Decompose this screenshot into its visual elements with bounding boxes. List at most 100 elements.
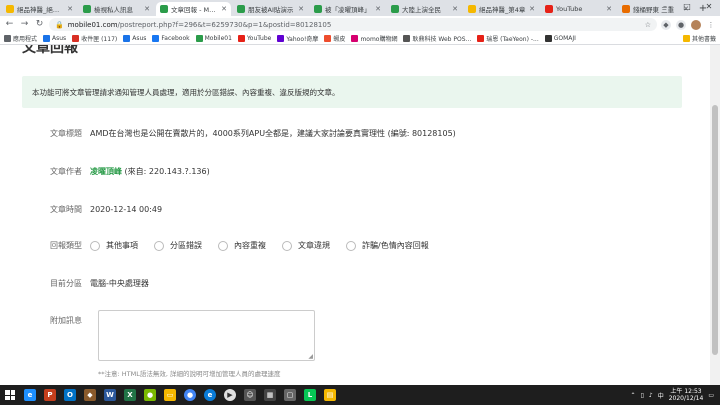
page-scrollbar[interactable] xyxy=(710,45,720,385)
bookmark-item[interactable]: 收件匣 (117) xyxy=(72,34,117,43)
clock[interactable]: 上午 12:53 2020/12/14 xyxy=(669,388,704,402)
tab-close-icon[interactable]: ✕ xyxy=(221,5,227,13)
radio-button[interactable] xyxy=(154,240,164,251)
bookmark-item[interactable]: GOMAJI xyxy=(544,35,576,42)
extension-icon[interactable]: ◆ xyxy=(661,19,671,30)
report-type-option[interactable]: 文章違規 xyxy=(282,240,330,251)
category-row: 目前分區 電腦-中央處理器 xyxy=(0,278,700,289)
radio-button[interactable] xyxy=(282,240,292,251)
taskbar-app-line[interactable]: L xyxy=(300,385,320,405)
minimize-icon[interactable]: – xyxy=(654,0,676,14)
windows-icon xyxy=(5,390,15,400)
bookmark-favicon-icon xyxy=(123,35,131,42)
tab-close-icon[interactable]: ✕ xyxy=(144,5,150,13)
report-type-option[interactable]: 分區錯誤 xyxy=(154,240,202,251)
browser-tab[interactable]: YouTube ✕ xyxy=(541,2,616,16)
bookmark-favicon-icon xyxy=(477,35,485,42)
browser-tab[interactable]: 被「凌曜頂峰」 ✕ xyxy=(310,2,385,16)
ime-icon[interactable]: 中 xyxy=(658,391,664,400)
browser-tab[interactable]: 大陸上演全民 ✕ xyxy=(387,2,462,16)
browser-tab[interactable]: 絕品神醫_絕品神醫✕ xyxy=(2,2,77,16)
system-tray: ⌃ ▯ ♪ 中 上午 12:53 2020/12/14 ▭ xyxy=(631,388,720,402)
windows-taskbar: e P O ◆ W X ● ▭ ● e ▶ ☺ ▦ ▢ L ▤ ⌃ ▯ ♪ 中 … xyxy=(0,385,720,405)
bookmark-item[interactable]: Mobile01 xyxy=(195,35,232,42)
radio-label: 分區錯誤 xyxy=(170,241,202,250)
radio-button[interactable] xyxy=(346,240,356,251)
taskbar-app-window[interactable]: ▢ xyxy=(280,385,300,405)
taskbar-app-explorer[interactable]: ▭ xyxy=(160,385,180,405)
maximize-icon[interactable]: □ xyxy=(676,0,698,14)
extension-icon[interactable]: ● xyxy=(676,19,686,30)
browser-tab[interactable]: 朋友被AI貼演示 ✕ xyxy=(233,2,308,16)
bookmark-favicon-icon xyxy=(403,35,411,42)
taskbar-app-outlook[interactable]: O xyxy=(60,385,80,405)
close-window-icon[interactable]: ✕ xyxy=(698,0,720,14)
browser-tab[interactable]: 絕品神醫_第4章 ✕ xyxy=(464,2,539,16)
taskbar-app-game[interactable]: ◆ xyxy=(80,385,100,405)
menu-icon[interactable]: ⋮ xyxy=(706,20,716,30)
resize-handle-icon[interactable]: ◢ xyxy=(308,353,313,360)
browser-tab[interactable]: 檢視私人訊息 ✕ xyxy=(79,2,154,16)
bookmark-item[interactable]: 蝦皮 xyxy=(324,34,345,43)
taskbar-app-edge2[interactable]: e xyxy=(200,385,220,405)
taskbar-app-word[interactable]: W xyxy=(100,385,120,405)
browser-tab[interactable]: 文章回報 - Mobile01✕ xyxy=(156,2,231,16)
taskbar-app-excel[interactable]: X xyxy=(120,385,140,405)
bookmark-other[interactable]: 其他書籤 xyxy=(682,34,716,43)
tab-label: 文章回報 - Mobile01 xyxy=(171,6,219,14)
scrollbar-thumb[interactable] xyxy=(712,105,718,355)
tab-close-icon[interactable]: ✕ xyxy=(375,5,381,13)
report-type-radios: 其他事項 分區錯誤 內容重複 文章違規 詐騙/色情內容回報 xyxy=(90,240,429,251)
taskbar-app-chrome[interactable]: ● xyxy=(180,385,200,405)
bookmark-item[interactable]: 應用程式 xyxy=(4,34,37,43)
html-note: **注意: HTML語法無效, 詳細的說明可增加管理人員的處理速度 xyxy=(98,370,281,378)
taskbar-app-media[interactable]: ▶ xyxy=(220,385,240,405)
bookmark-item[interactable]: YouTube xyxy=(237,35,271,42)
tab-close-icon[interactable]: ✕ xyxy=(298,5,304,13)
taskbar-app-avatar[interactable]: ☺ xyxy=(240,385,260,405)
bookmark-item[interactable]: momo購物網 xyxy=(351,34,397,43)
ie-icon: e xyxy=(24,389,36,401)
reload-icon[interactable]: ↻ xyxy=(34,19,45,30)
taskbar-app-gallery[interactable]: ▦ xyxy=(260,385,280,405)
tab-favicon-icon xyxy=(237,5,245,13)
forward-icon[interactable]: → xyxy=(19,19,30,30)
extra-message-textarea[interactable]: ◢ xyxy=(98,310,315,361)
tab-close-icon[interactable]: ✕ xyxy=(606,5,612,13)
bookmark-label: momo購物網 xyxy=(360,36,398,43)
bookmark-item[interactable]: Asus xyxy=(43,35,66,42)
bookmark-item[interactable]: Facebook xyxy=(152,35,190,42)
taskbar-app-green[interactable]: ● xyxy=(140,385,160,405)
tab-close-icon[interactable]: ✕ xyxy=(452,5,458,13)
notification-icon[interactable]: ▭ xyxy=(708,392,714,399)
bookmark-item[interactable]: Asus xyxy=(123,35,146,42)
radio-button[interactable] xyxy=(90,240,100,251)
bookmark-item[interactable]: Yahoo!奇摩 xyxy=(277,34,318,43)
tab-close-icon[interactable]: ✕ xyxy=(67,5,73,13)
taskbar-app-notes[interactable]: ▤ xyxy=(320,385,340,405)
bookmark-item[interactable]: 耿鼎科技 Web POS... xyxy=(403,34,471,43)
start-button[interactable] xyxy=(0,385,20,405)
volume-icon[interactable]: ♪ xyxy=(649,392,653,399)
tray-up-icon[interactable]: ⌃ xyxy=(631,392,636,399)
bookmark-item[interactable]: 瑞恩 (TaeYeon) -... xyxy=(477,34,539,43)
star-icon[interactable]: ☆ xyxy=(645,21,651,29)
bookmark-label: Facebook xyxy=(161,35,190,42)
report-type-option[interactable]: 詐騙/色情內容回報 xyxy=(346,240,429,251)
tab-close-icon[interactable]: ✕ xyxy=(529,5,535,13)
back-icon[interactable]: ← xyxy=(4,19,15,30)
taskbar-app-powerpoint[interactable]: P xyxy=(40,385,60,405)
radio-button[interactable] xyxy=(218,240,228,251)
avatar[interactable] xyxy=(691,19,701,30)
network-icon[interactable]: ▯ xyxy=(641,392,644,399)
report-type-option[interactable]: 其他事項 xyxy=(90,240,138,251)
notice-text: 本功能可將文章管理請求通知管理人員處理，適用於分區錯誤、內容重複、違反版規的文章… xyxy=(32,87,340,97)
folder-icon: ▭ xyxy=(164,389,176,401)
report-type-option[interactable]: 內容重複 xyxy=(218,240,266,251)
taskbar-app-edge[interactable]: e xyxy=(20,385,40,405)
line-icon: L xyxy=(304,389,316,401)
time-row: 文章時間 2020-12-14 00:49 xyxy=(0,204,700,215)
bookmark-favicon-icon xyxy=(152,35,160,42)
author-link[interactable]: 凌曜頂峰 xyxy=(90,167,122,176)
address-bar[interactable]: 🔒 mobile01.com/postreport.php?f=296&t=62… xyxy=(49,18,657,31)
